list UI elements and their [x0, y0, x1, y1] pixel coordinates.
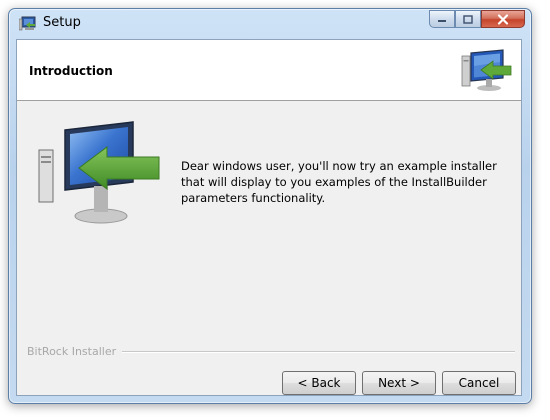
close-button[interactable] [481, 10, 525, 28]
caption-buttons [429, 10, 525, 29]
dialog-client-area: Introduction Dear windows user, you'll n… [16, 39, 522, 396]
maximize-button[interactable] [455, 10, 481, 28]
brand-row: BitRock Installer [27, 345, 515, 359]
installer-computer-icon [461, 49, 512, 91]
installer-computer-icon [38, 121, 160, 224]
maximize-icon [463, 14, 473, 24]
close-icon [497, 13, 509, 25]
page-header: Introduction [17, 40, 521, 101]
setup-icon [19, 16, 36, 31]
cancel-button[interactable]: Cancel [442, 371, 516, 395]
minimize-button[interactable] [429, 10, 455, 28]
next-button[interactable]: Next > [362, 371, 436, 395]
brand-label: BitRock Installer [27, 345, 123, 358]
intro-text: Dear windows user, you'll now try an exa… [181, 159, 497, 205]
minimize-icon [438, 20, 446, 22]
page-title: Introduction [29, 64, 113, 78]
title-bar[interactable]: Setup [9, 9, 531, 39]
window-title: Setup [43, 15, 81, 30]
back-button[interactable]: < Back [282, 371, 356, 395]
setup-window: Setup Introduction Dear windows user, yo… [8, 8, 532, 404]
